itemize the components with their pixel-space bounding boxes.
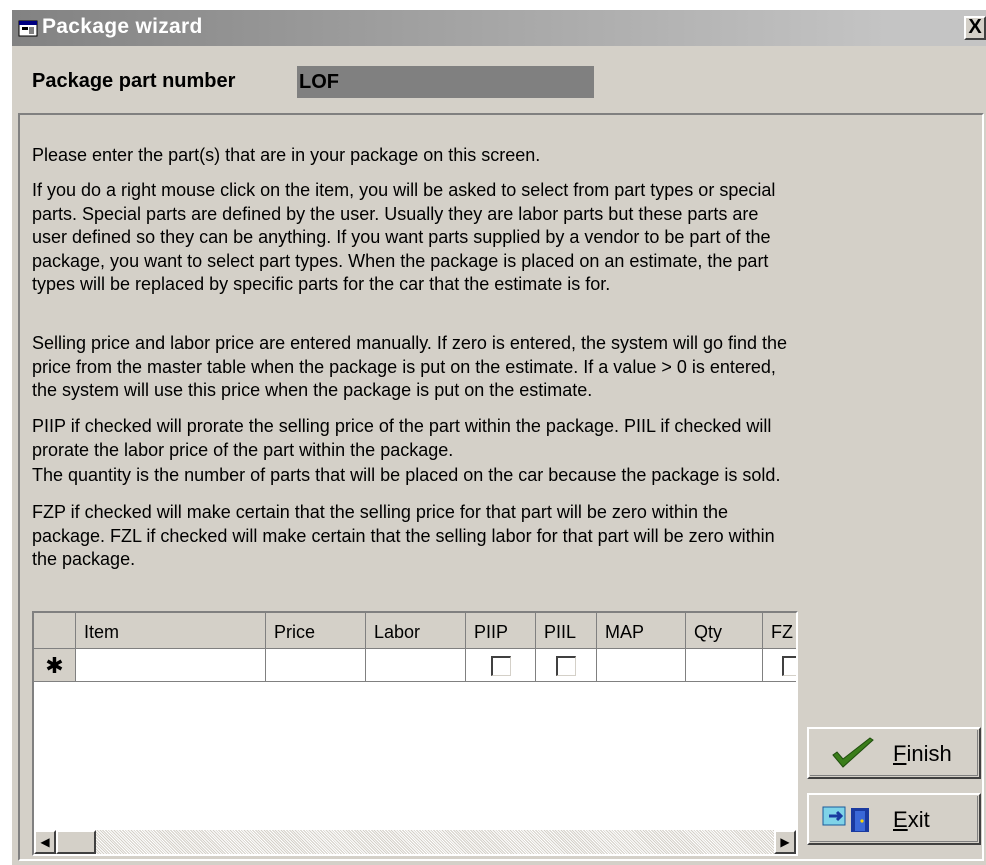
package-wizard-window: Package wizard X Package part number LOF… [12,10,986,865]
piip-checkbox[interactable] [490,656,511,676]
header-map[interactable]: MAP [597,613,686,649]
qty-cell[interactable] [686,649,763,682]
price-cell[interactable] [266,649,366,682]
labor-cell[interactable] [366,649,466,682]
item-cell[interactable] [76,649,266,682]
exit-label: Exit [893,807,930,833]
grid-header: Item Price Labor PIIP PIIL MAP Qty FZ [34,613,796,649]
instruction-pricing: Selling price and labor price are entere… [32,333,788,400]
header-qty[interactable]: Qty [686,613,763,649]
scroll-left-button[interactable]: ◀ [34,830,56,854]
header-selector [34,613,76,649]
horizontal-scrollbar[interactable]: ◀ ▶ [34,830,796,854]
header-price[interactable]: Price [266,613,366,649]
checkmark-icon [832,737,874,768]
package-part-number-label: Package part number [32,70,236,92]
finish-mnemonic: F [893,741,907,766]
header-fz[interactable]: FZ [763,613,796,649]
exit-door-icon [822,806,869,832]
package-parts-grid[interactable]: Item Price Labor PIIP PIIL MAP Qty FZ ✱ … [32,611,798,856]
finish-label-rest: inish [906,741,952,766]
window-title: Package wizard [42,15,203,38]
package-part-number-field[interactable]: LOF [297,66,594,98]
piil-checkbox[interactable] [556,656,576,676]
exit-mnemonic: E [893,807,908,832]
instruction-prorate: PIIP if checked will prorate the selling… [32,416,772,460]
fzp-checkbox[interactable] [782,656,796,676]
instruction-quantity: The quantity is the number of parts that… [32,465,781,485]
instruction-intro: Please enter the part(s) that are in you… [32,145,541,165]
scroll-right-button[interactable]: ▶ [774,830,796,854]
close-button[interactable]: X [964,16,986,40]
header-piip[interactable]: PIIP [466,613,536,649]
header-item[interactable]: Item [76,613,266,649]
instruction-right-click: If you do a right mouse click on the ite… [32,180,776,294]
table-row: ✱ [34,649,796,682]
scroll-thumb[interactable] [56,830,96,854]
exit-button[interactable]: Exit [807,793,981,845]
package-wizard-icon [18,20,38,37]
header-labor[interactable]: Labor [366,613,466,649]
fz-cell [763,649,796,682]
finish-label: Finish [893,741,952,767]
piil-cell [536,649,597,682]
map-cell[interactable] [597,649,686,682]
instruction-zero: FZP if checked will make certain that th… [32,502,775,569]
header-piil[interactable]: PIIL [536,613,597,649]
exit-label-rest: xit [907,807,930,832]
finish-button[interactable]: Finish [807,727,981,779]
piip-cell [466,649,536,682]
title-bar[interactable]: Package wizard X [12,10,986,46]
new-row-marker[interactable]: ✱ [34,649,76,682]
